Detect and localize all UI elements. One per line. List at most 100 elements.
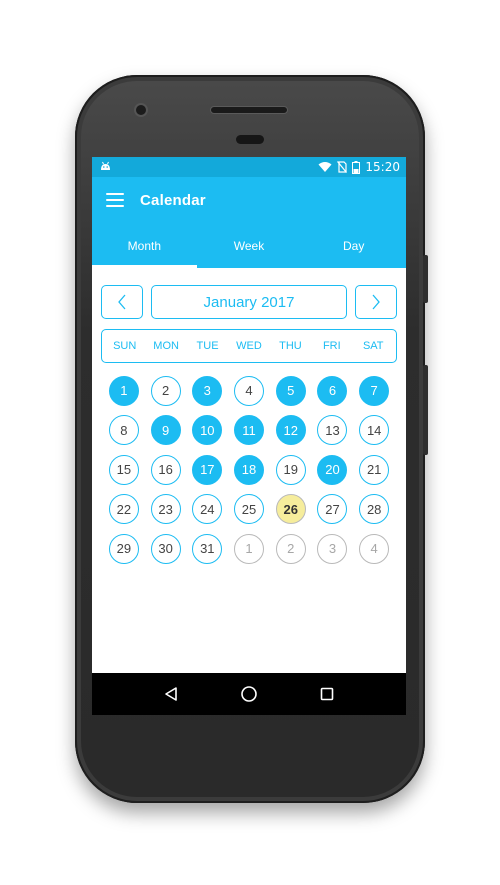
day-button[interactable]: 30 (150, 533, 181, 564)
day-button[interactable]: 7 (359, 375, 390, 406)
day-cell: 15 (103, 454, 145, 485)
day-cell: 1 (228, 533, 270, 564)
day-button[interactable]: 21 (359, 454, 390, 485)
day-cell: 9 (145, 415, 187, 446)
day-cell: 8 (103, 415, 145, 446)
day-cell: 31 (186, 533, 228, 564)
back-icon[interactable] (161, 684, 181, 704)
day-button[interactable]: 5 (275, 375, 306, 406)
day-button-next-month[interactable]: 4 (359, 533, 390, 564)
day-button[interactable]: 29 (108, 533, 139, 564)
recents-icon[interactable] (317, 684, 337, 704)
day-button[interactable]: 20 (317, 454, 348, 485)
day-button[interactable]: 3 (192, 375, 223, 406)
weekday-label: FRI (322, 340, 341, 352)
tab-month[interactable]: Month (92, 223, 197, 268)
day-cell: 16 (145, 454, 187, 485)
day-cell: 22 (103, 494, 145, 525)
day-cell: 25 (228, 494, 270, 525)
day-button[interactable]: 2 (150, 375, 181, 406)
day-button[interactable]: 16 (150, 454, 181, 485)
week-row: 1234567 (103, 371, 395, 411)
status-time: 15:20 (365, 160, 400, 174)
day-cell: 23 (145, 494, 187, 525)
month-label[interactable]: January 2017 (151, 285, 347, 319)
tab-day[interactable]: Day (301, 223, 406, 268)
power-button (423, 255, 428, 303)
week-row: 29 30 31 1 2 3 4 (103, 529, 395, 569)
proximity-sensor (236, 135, 264, 144)
day-cell: 10 (186, 415, 228, 446)
day-button[interactable]: 18 (234, 454, 265, 485)
day-button[interactable]: 12 (275, 415, 306, 446)
day-cell: 30 (145, 533, 187, 564)
calendar-content: January 2017 SUN MON TUE WED THU FRI SAT… (92, 268, 406, 569)
weekday-label: SUN (113, 340, 137, 352)
day-button[interactable]: 9 (150, 415, 181, 446)
day-button[interactable]: 14 (359, 415, 390, 446)
day-button-next-month[interactable]: 1 (234, 533, 265, 564)
day-cell: 24 (186, 494, 228, 525)
home-icon[interactable] (239, 684, 259, 704)
app-title: Calendar (140, 191, 206, 209)
day-button[interactable]: 31 (192, 533, 223, 564)
day-cell: 28 (353, 494, 395, 525)
day-button[interactable]: 8 (108, 415, 139, 446)
week-row: 22 23 24 25 26 27 28 (103, 490, 395, 530)
battery-icon (352, 160, 361, 174)
week-row: 15 16 17 18 19 20 21 (103, 450, 395, 490)
tab-week[interactable]: Week (197, 223, 302, 268)
day-cell: 26 (270, 494, 312, 525)
day-cell: 13 (312, 415, 354, 446)
day-cell: 18 (228, 454, 270, 485)
chevron-left-icon (118, 294, 126, 310)
weekday-label: TUE (196, 340, 219, 352)
screen: 15:20 Calendar Month Week Day January 20… (92, 157, 406, 715)
weekday-header: SUN MON TUE WED THU FRI SAT (101, 329, 397, 363)
day-button[interactable]: 4 (234, 375, 265, 406)
next-month-button[interactable] (355, 285, 397, 319)
day-button[interactable]: 10 (192, 415, 223, 446)
day-cell: 3 (186, 375, 228, 406)
day-cell: 29 (103, 533, 145, 564)
earpiece-speaker (210, 106, 288, 114)
day-button[interactable]: 13 (317, 415, 348, 446)
day-button-today[interactable]: 26 (275, 494, 306, 525)
chevron-right-icon (372, 294, 380, 310)
day-button[interactable]: 11 (234, 415, 265, 446)
hamburger-menu-icon[interactable] (106, 193, 124, 207)
day-cell: 20 (312, 454, 354, 485)
day-cell: 3 (312, 533, 354, 564)
weekday-label: SAT (362, 340, 384, 352)
day-button[interactable]: 17 (192, 454, 223, 485)
day-cell: 5 (270, 375, 312, 406)
day-cell: 4 (228, 375, 270, 406)
android-icon (101, 161, 110, 170)
day-button-next-month[interactable]: 3 (317, 533, 348, 564)
day-cell: 6 (312, 375, 354, 406)
wifi-icon (318, 162, 332, 172)
weekday-label: WED (236, 340, 262, 352)
system-nav-bar (92, 673, 406, 715)
day-cell: 12 (270, 415, 312, 446)
day-button[interactable]: 27 (317, 494, 348, 525)
day-button[interactable]: 6 (317, 375, 348, 406)
day-button-next-month[interactable]: 2 (275, 533, 306, 564)
day-cell: 2 (145, 375, 187, 406)
day-button[interactable]: 15 (108, 454, 139, 485)
day-button[interactable]: 28 (359, 494, 390, 525)
day-button[interactable]: 19 (275, 454, 306, 485)
day-cell: 7 (353, 375, 395, 406)
view-tabs: Month Week Day (92, 223, 406, 268)
prev-month-button[interactable] (101, 285, 143, 319)
day-button[interactable]: 24 (192, 494, 223, 525)
day-button[interactable]: 23 (150, 494, 181, 525)
day-cell: 14 (353, 415, 395, 446)
day-cell: 17 (186, 454, 228, 485)
day-button[interactable]: 22 (108, 494, 139, 525)
week-row: 8 9 10 11 12 13 14 (103, 411, 395, 451)
day-button[interactable]: 25 (234, 494, 265, 525)
day-cell: 19 (270, 454, 312, 485)
day-grid: 1 2 3 4 5 6 7 8 9 10 11 12 13 14 15 16 17 18 19 20 21 22 23 24 2… (101, 371, 397, 569)
day-button[interactable]: 1 (108, 375, 139, 406)
